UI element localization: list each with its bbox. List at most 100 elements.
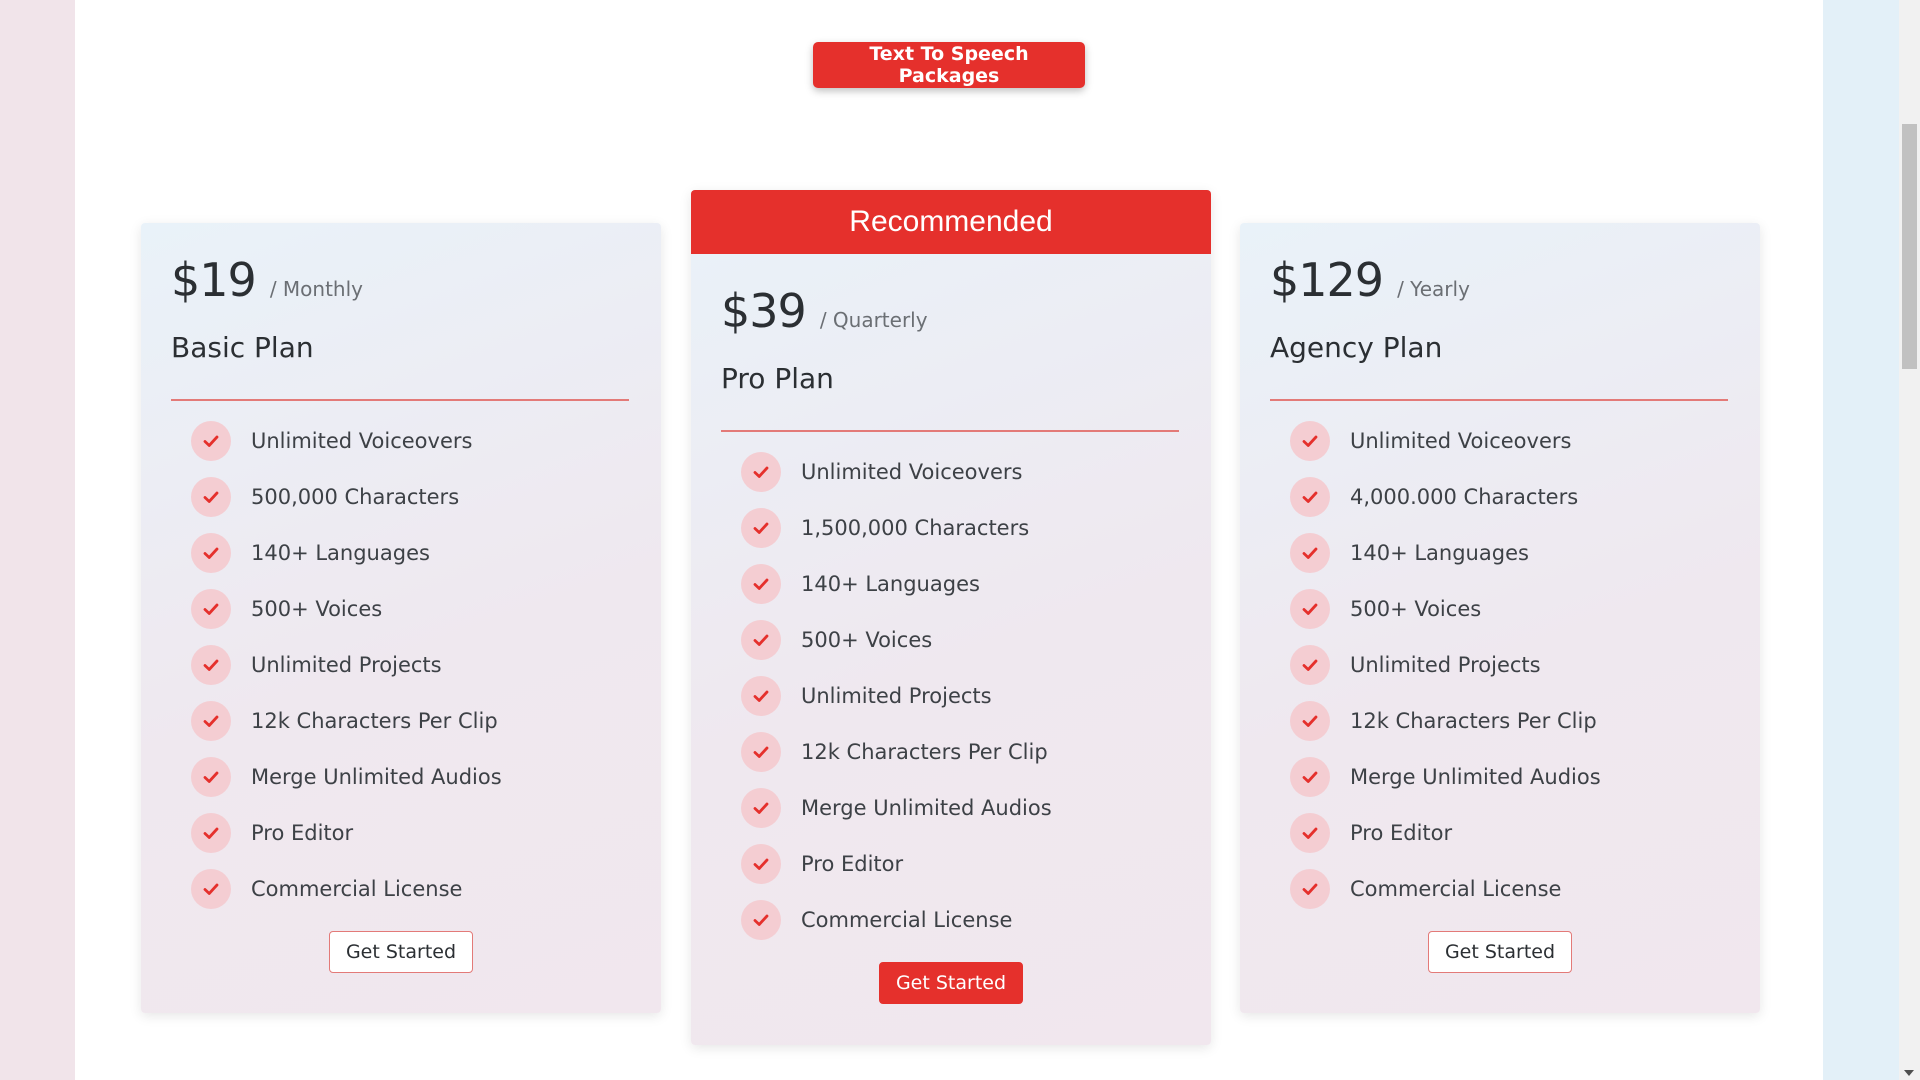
feature-item: Merge Unlimited Audios — [191, 749, 631, 805]
feature-label: 500+ Voices — [251, 597, 383, 621]
feature-label: Unlimited Projects — [251, 653, 442, 677]
feature-item: Commercial License — [191, 861, 631, 917]
scrollbar-thumb[interactable] — [1902, 124, 1917, 369]
check-icon — [191, 421, 231, 461]
feature-label: Unlimited Voiceovers — [251, 429, 473, 453]
plan-period: / Yearly — [1397, 277, 1470, 301]
feature-item: 140+ Languages — [191, 525, 631, 581]
feature-item: 12k Characters Per Clip — [741, 724, 1181, 780]
plan-name: Agency Plan — [1270, 331, 1443, 364]
feature-item: Unlimited Voiceovers — [1290, 413, 1730, 469]
feature-label: 140+ Languages — [1350, 541, 1529, 565]
feature-label: Merge Unlimited Audios — [1350, 765, 1601, 789]
plan-name: Pro Plan — [721, 362, 834, 395]
plan-period: / Quarterly — [819, 308, 928, 332]
feature-label: Pro Editor — [251, 821, 354, 845]
feature-label: Unlimited Voiceovers — [801, 460, 1023, 484]
feature-item: Unlimited Projects — [741, 668, 1181, 724]
check-icon — [1290, 813, 1330, 853]
check-icon — [191, 645, 231, 685]
feature-item: 500,000 Characters — [191, 469, 631, 525]
check-icon — [1290, 421, 1330, 461]
check-icon — [1290, 477, 1330, 517]
check-icon — [1290, 701, 1330, 741]
scroll-down-arrow-icon[interactable] — [1904, 1070, 1914, 1076]
plan-name: Basic Plan — [171, 331, 314, 364]
feature-item: Commercial License — [1290, 861, 1730, 917]
feature-item: 500+ Voices — [1290, 581, 1730, 637]
check-icon — [191, 589, 231, 629]
check-icon — [1290, 869, 1330, 909]
feature-label: Unlimited Projects — [801, 684, 992, 708]
feature-label: 140+ Languages — [801, 572, 980, 596]
check-icon — [741, 844, 781, 884]
recommended-ribbon: Recommended — [691, 190, 1211, 254]
check-icon — [191, 701, 231, 741]
feature-list: Unlimited Voiceovers 1,500,000 Character… — [721, 444, 1181, 948]
feature-item: Unlimited Projects — [191, 637, 631, 693]
feature-item: Pro Editor — [191, 805, 631, 861]
feature-item: 12k Characters Per Clip — [1290, 693, 1730, 749]
feature-label: Merge Unlimited Audios — [801, 796, 1052, 820]
feature-label: Commercial License — [801, 908, 1013, 932]
feature-item: 4,000.000 Characters — [1290, 469, 1730, 525]
check-icon — [1290, 645, 1330, 685]
feature-label: Pro Editor — [801, 852, 904, 876]
pricing-card-basic: $19 / Monthly Basic Plan Unlimited Voice… — [141, 223, 661, 1013]
feature-item: Pro Editor — [741, 836, 1181, 892]
feature-item: Commercial License — [741, 892, 1181, 948]
check-icon — [191, 813, 231, 853]
plan-price: $129 — [1270, 253, 1384, 307]
divider — [721, 430, 1179, 432]
feature-item: 140+ Languages — [1290, 525, 1730, 581]
get-started-button-pro[interactable]: Get Started — [878, 962, 1024, 1004]
feature-item: Pro Editor — [1290, 805, 1730, 861]
price-row: $39 / Quarterly — [721, 284, 1181, 342]
check-icon — [741, 732, 781, 772]
get-started-button-basic[interactable]: Get Started — [328, 931, 474, 973]
check-icon — [741, 676, 781, 716]
feature-item: Unlimited Projects — [1290, 637, 1730, 693]
feature-item: Unlimited Voiceovers — [191, 413, 631, 469]
feature-label: 12k Characters Per Clip — [251, 709, 498, 733]
check-icon — [191, 869, 231, 909]
feature-label: 140+ Languages — [251, 541, 430, 565]
feature-label: 12k Characters Per Clip — [801, 740, 1048, 764]
feature-label: Unlimited Projects — [1350, 653, 1541, 677]
pricing-card-agency: $129 / Yearly Agency Plan Unlimited Voic… — [1240, 223, 1760, 1013]
feature-label: Commercial License — [251, 877, 463, 901]
feature-label: Unlimited Voiceovers — [1350, 429, 1572, 453]
vertical-scrollbar[interactable] — [1899, 0, 1920, 1080]
price-row: $129 / Yearly — [1270, 253, 1730, 311]
plan-price: $39 — [721, 284, 807, 338]
feature-list: Unlimited Voiceovers 500,000 Characters … — [171, 413, 631, 917]
check-icon — [191, 477, 231, 517]
feature-list: Unlimited Voiceovers 4,000.000 Character… — [1270, 413, 1730, 917]
divider — [1270, 399, 1728, 401]
feature-item: 500+ Voices — [191, 581, 631, 637]
feature-label: 12k Characters Per Clip — [1350, 709, 1597, 733]
feature-label: 500,000 Characters — [251, 485, 460, 509]
feature-item: Merge Unlimited Audios — [741, 780, 1181, 836]
check-icon — [741, 508, 781, 548]
check-icon — [741, 620, 781, 660]
feature-label: Pro Editor — [1350, 821, 1453, 845]
feature-label: Merge Unlimited Audios — [251, 765, 502, 789]
feature-label: 1,500,000 Characters — [801, 516, 1030, 540]
right-rail — [1823, 0, 1899, 1080]
feature-item: Unlimited Voiceovers — [741, 444, 1181, 500]
feature-item: 500+ Voices — [741, 612, 1181, 668]
feature-item: Merge Unlimited Audios — [1290, 749, 1730, 805]
feature-label: 500+ Voices — [801, 628, 933, 652]
get-started-button-agency[interactable]: Get Started — [1427, 931, 1573, 973]
feature-item: 140+ Languages — [741, 556, 1181, 612]
feature-item: 1,500,000 Characters — [741, 500, 1181, 556]
feature-label: 500+ Voices — [1350, 597, 1482, 621]
feature-label: 4,000.000 Characters — [1350, 485, 1579, 509]
check-icon — [191, 757, 231, 797]
text-to-speech-packages-button[interactable]: Text To Speech Packages — [813, 42, 1085, 88]
check-icon — [1290, 589, 1330, 629]
plan-price: $19 — [171, 253, 257, 307]
check-icon — [741, 788, 781, 828]
divider — [171, 399, 629, 401]
